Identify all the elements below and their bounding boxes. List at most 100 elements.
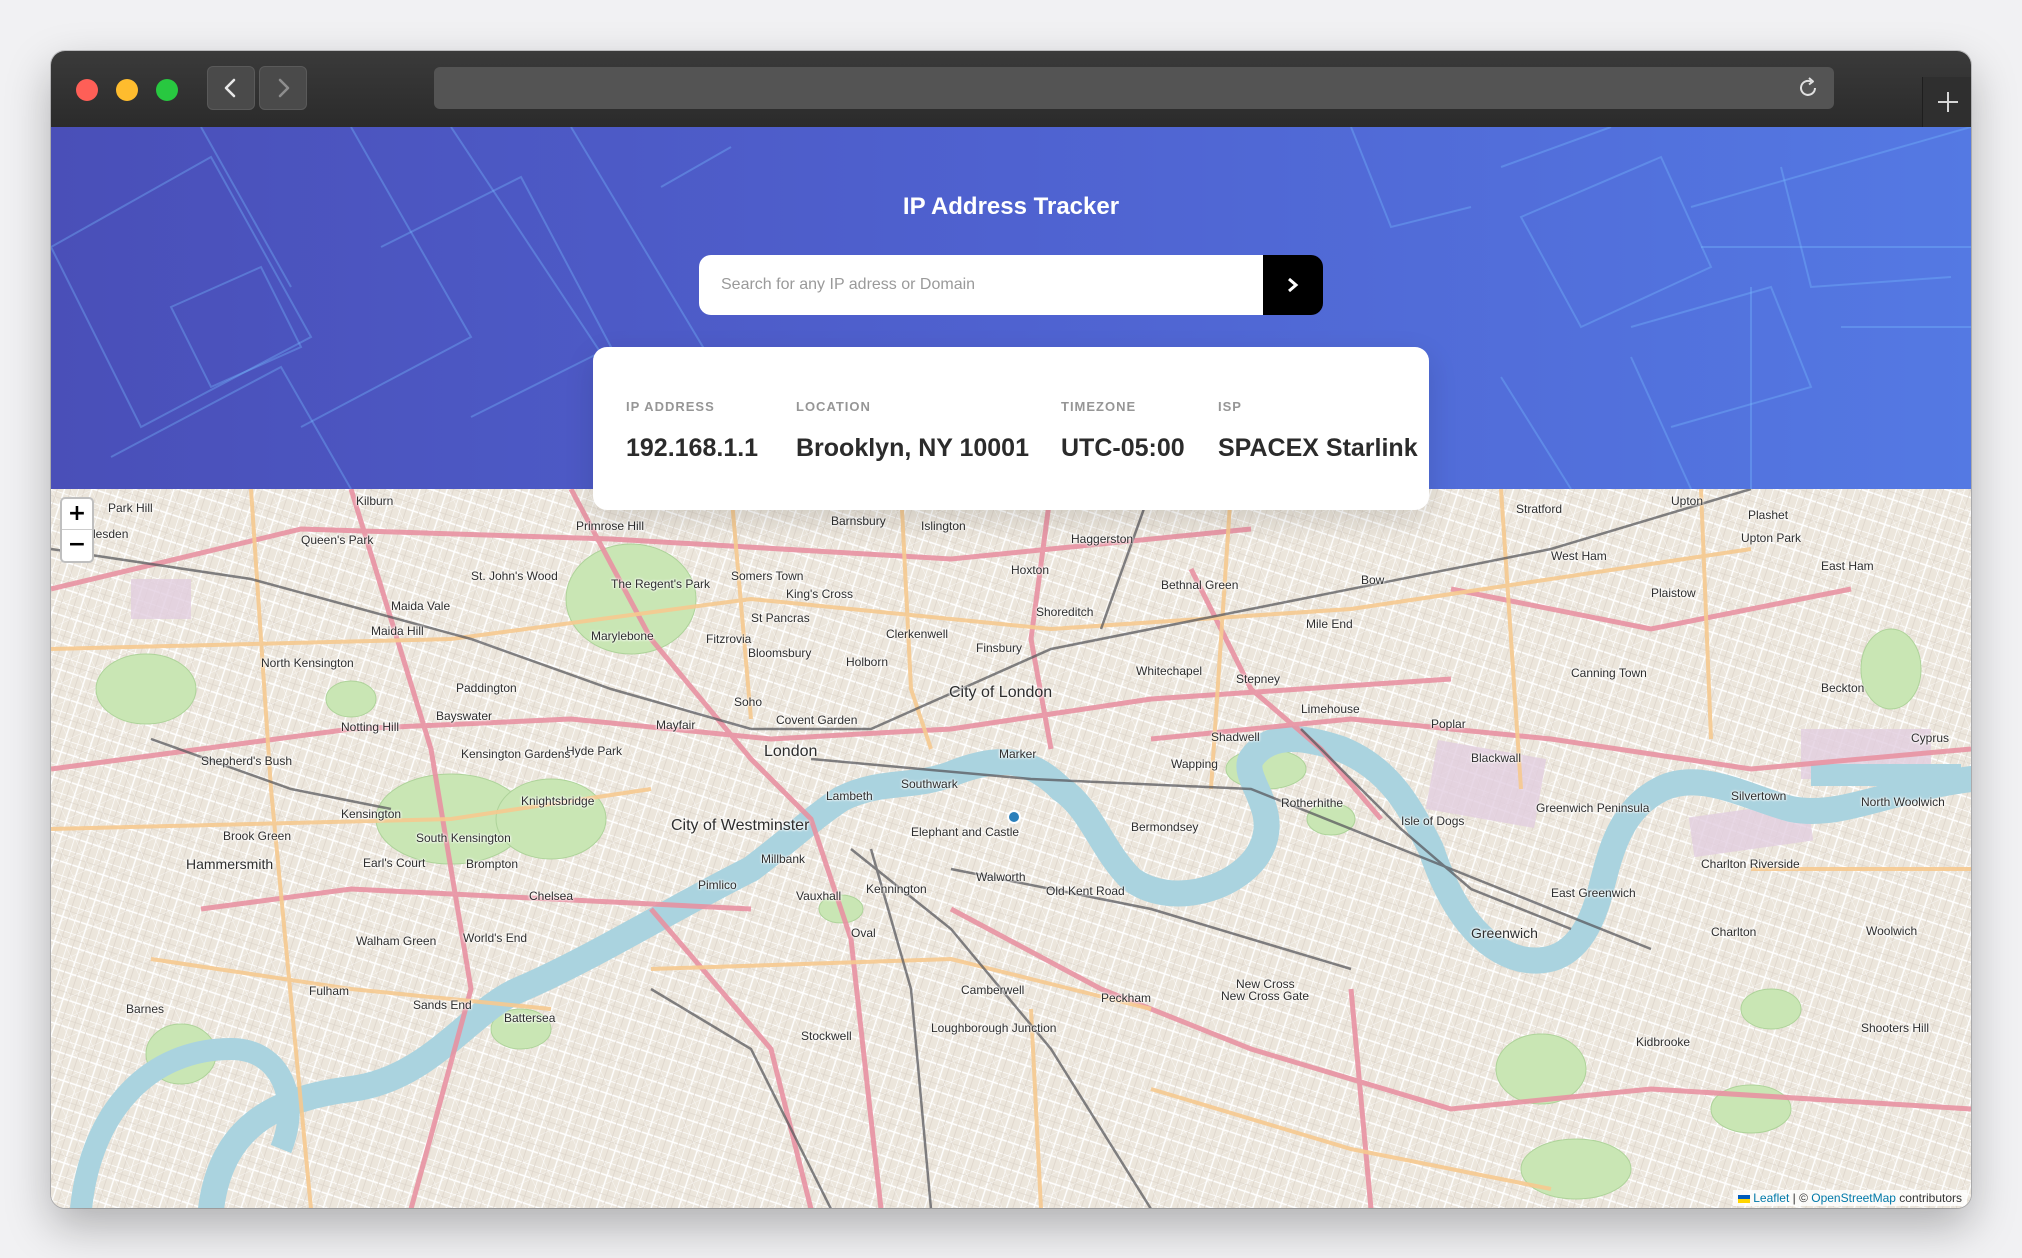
chevron-left-icon [224, 78, 236, 98]
zoom-out-button[interactable]: − [62, 530, 92, 560]
search-bar [699, 255, 1323, 315]
chevron-right-icon [278, 78, 290, 98]
map-place-label: Charlton [1711, 925, 1757, 939]
map-place-label: Walworth [976, 870, 1026, 884]
location-value: Brooklyn, NY 10001 [796, 434, 1029, 462]
map-place-label: Upton Park [1741, 531, 1802, 545]
map-place-label: Pimlico [698, 878, 737, 892]
map-place-label: Shooters Hill [1861, 1021, 1930, 1035]
map-place-label: West Ham [1551, 549, 1607, 563]
map-place-label: Peckham [1101, 991, 1152, 1005]
map-place-label: Plashet [1748, 508, 1789, 522]
map-place-label: New Cross Gate [1221, 989, 1310, 1003]
map-place-label: Fulham [309, 984, 350, 998]
map-place-label: Primrose Hill [576, 519, 645, 533]
map-place-label: Greenwich [1471, 925, 1538, 941]
map-place-label: Loughborough Junction [931, 1021, 1057, 1035]
search-button[interactable] [1263, 255, 1323, 315]
isp-section: ISP SPACEX Starlink [1218, 399, 1418, 463]
chevron-right-icon [1288, 277, 1299, 293]
map-place-label: Stratford [1516, 502, 1563, 516]
map-place-label: Marker [999, 747, 1037, 761]
map-place-label: Paddington [456, 681, 517, 695]
map-place-label: Kensington Gardens [461, 747, 571, 761]
ip-address-label: IP ADDRESS [626, 399, 715, 414]
map-place-label: Whitechapel [1136, 664, 1203, 678]
map-place-label: Upton [1671, 494, 1704, 508]
map-place-label: North Kensington [261, 656, 354, 670]
map-place-label: Brompton [466, 857, 519, 871]
minimize-window-button[interactable] [116, 79, 138, 101]
timezone-label: TIMEZONE [1061, 399, 1137, 414]
map-place-label: Charlton Riverside [1701, 857, 1800, 871]
address-bar[interactable] [434, 67, 1834, 109]
map-place-label: Shadwell [1211, 730, 1260, 744]
ip-address-value: 192.168.1.1 [626, 434, 759, 462]
map-place-label: Walham Green [356, 934, 437, 948]
map-place-label: Clerkenwell [886, 627, 949, 641]
map-place-label: Beckton [1821, 681, 1865, 695]
new-tab-button[interactable] [1922, 77, 1971, 127]
map-place-label: Lambeth [826, 789, 873, 803]
map-place-label: Maida Vale [391, 599, 451, 613]
map-place-label: Old Kent Road [1046, 884, 1125, 898]
map-place-label: Bermondsey [1131, 820, 1199, 834]
map-place-label: Isle of Dogs [1401, 814, 1465, 828]
timezone-section: TIMEZONE UTC-05:00 [1061, 399, 1185, 463]
map-place-label: Limehouse [1301, 702, 1360, 716]
openstreetmap-link[interactable]: OpenStreetMap [1811, 1191, 1896, 1205]
map-place-label: Maida Hill [371, 624, 424, 638]
map-attribution: Leaflet | © OpenStreetMap contributors [1733, 1190, 1967, 1206]
reload-icon[interactable] [1796, 76, 1820, 100]
map-place-label: Wapping [1171, 757, 1218, 771]
back-button[interactable] [207, 66, 255, 110]
map-place-label: Stockwell [801, 1029, 852, 1043]
map-place-label: Knightsbridge [521, 794, 595, 808]
map-place-label: Battersea [504, 1011, 556, 1025]
map-place-label: Southwark [901, 777, 958, 791]
map-place-label: Mile End [1306, 617, 1353, 631]
map-place-label: Blackwall [1471, 751, 1522, 765]
map-place-label: Cyprus [1911, 731, 1950, 745]
map-place-label: Sands End [413, 998, 472, 1012]
attribution-suffix: contributors [1895, 1191, 1962, 1205]
map-place-label: Hyde Park [566, 744, 623, 758]
map-place-label: Camberwell [961, 983, 1025, 997]
map-place-label: Kensington [341, 807, 402, 821]
map-place-label: Earl's Court [363, 856, 426, 870]
location-label: LOCATION [796, 399, 871, 414]
map-place-label: Islington [921, 519, 966, 533]
map-place-label: Fitzrovia [706, 632, 752, 646]
map-place-label: Finsbury [976, 641, 1023, 655]
map-place-label: Elephant and Castle [911, 825, 1020, 839]
location-section: LOCATION Brooklyn, NY 10001 [796, 399, 1029, 463]
map-place-label: Rotherhithe [1281, 796, 1344, 810]
isp-label: ISP [1218, 399, 1242, 414]
map-place-label: Oval [851, 926, 876, 940]
isp-value: SPACEX Starlink [1218, 434, 1418, 462]
map-place-label: St. John's Wood [471, 569, 558, 583]
map-place-label: Shoreditch [1036, 605, 1094, 619]
map-place-label: East Greenwich [1551, 886, 1636, 900]
ip-info-card: IP ADDRESS 192.168.1.1 LOCATION Brooklyn… [593, 347, 1429, 510]
timezone-value: UTC-05:00 [1061, 434, 1185, 462]
map-place-label: King's Cross [786, 587, 853, 601]
map-place-label: Hammersmith [186, 856, 274, 872]
map-place-label: Mayfair [656, 718, 696, 732]
map-place-label: Kidbrooke [1636, 1035, 1691, 1049]
forward-button[interactable] [259, 66, 307, 110]
search-input[interactable] [699, 255, 1263, 315]
ukraine-flag-icon [1738, 1195, 1751, 1203]
map-container[interactable]: + − Kilburn Park Hill Queen's Park lesden St… [51, 489, 1971, 1208]
leaflet-link[interactable]: Leaflet [1753, 1191, 1789, 1205]
map-place-label: The Regent's Park [611, 577, 711, 591]
map-place-label: East Ham [1821, 559, 1874, 573]
map-place-label: Bayswater [436, 709, 493, 723]
maximize-window-button[interactable] [156, 79, 178, 101]
map-place-label: Bow [1361, 573, 1385, 587]
map-place-label: Park Hill [108, 501, 153, 515]
zoom-in-button[interactable]: + [62, 499, 92, 530]
map-place-label: St Pancras [751, 611, 810, 625]
close-window-button[interactable] [76, 79, 98, 101]
map-place-label: Millbank [761, 852, 806, 866]
